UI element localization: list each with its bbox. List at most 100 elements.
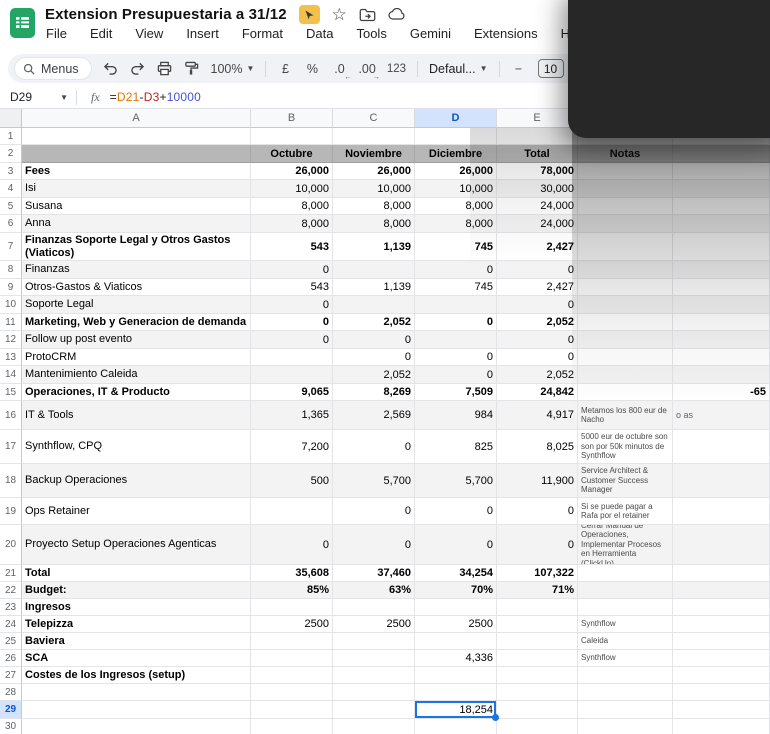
row-header-7[interactable]: 7	[0, 233, 22, 261]
cell-C4[interactable]: 10,000	[333, 180, 415, 198]
cell-F7[interactable]	[578, 233, 673, 261]
cell-C11[interactable]: 2,052	[333, 314, 415, 331]
cell-A14[interactable]: Mantenimiento Caleida	[22, 366, 251, 384]
row-header-27[interactable]: 27	[0, 667, 22, 684]
cell-D8[interactable]: 0	[415, 261, 497, 279]
fill-handle[interactable]	[492, 714, 499, 721]
row-header-25[interactable]: 25	[0, 633, 22, 650]
cell-C18[interactable]: 5,700	[333, 464, 415, 498]
row-header-10[interactable]: 10	[0, 296, 22, 314]
decrease-font-size-button[interactable]: −	[511, 58, 527, 80]
select-all-corner[interactable]	[0, 109, 22, 128]
cell-F12[interactable]	[578, 331, 673, 349]
star-icon[interactable]: ☆	[332, 6, 347, 23]
cell-D15[interactable]: 7,509	[415, 384, 497, 401]
cell-D25[interactable]	[415, 633, 497, 650]
cell-C26[interactable]	[333, 650, 415, 667]
cell-A18[interactable]: Backup Operaciones	[22, 464, 251, 498]
undo-button[interactable]	[103, 58, 119, 80]
cell-A2[interactable]	[22, 145, 251, 163]
cell-B7[interactable]: 543	[251, 233, 333, 261]
cell-E7[interactable]: 2,427	[497, 233, 578, 261]
cell-D12[interactable]	[415, 331, 497, 349]
row-header-16[interactable]: 16	[0, 401, 22, 430]
cell-E19[interactable]: 0	[497, 498, 578, 525]
cell-B30[interactable]	[251, 719, 333, 734]
cell-A26[interactable]: SCA	[22, 650, 251, 667]
cell-A17[interactable]: Synthflow, CPQ	[22, 430, 251, 464]
cell-C1[interactable]	[333, 128, 415, 145]
cell-C21[interactable]: 37,460	[333, 565, 415, 582]
cell-A1[interactable]	[22, 128, 251, 145]
zoom-select[interactable]: 100%▼	[211, 58, 255, 80]
cell-G28[interactable]	[673, 684, 770, 701]
cell-F24[interactable]: Synthflow	[578, 616, 673, 633]
cell-A3[interactable]: Fees	[22, 163, 251, 180]
print-icon[interactable]	[157, 58, 173, 80]
highlighted-pointer-icon[interactable]	[299, 5, 320, 24]
row-header-30[interactable]: 30	[0, 719, 22, 734]
cell-F29[interactable]	[578, 701, 673, 719]
cell-F8[interactable]	[578, 261, 673, 279]
row-header-5[interactable]: 5	[0, 198, 22, 215]
cell-F26[interactable]: Synthflow	[578, 650, 673, 667]
row-header-23[interactable]: 23	[0, 599, 22, 616]
cell-E2[interactable]: Total	[497, 145, 578, 163]
row-header-9[interactable]: 9	[0, 279, 22, 296]
cell-D28[interactable]	[415, 684, 497, 701]
cell-C20[interactable]: 0	[333, 525, 415, 565]
cell-D10[interactable]	[415, 296, 497, 314]
cell-E13[interactable]: 0	[497, 349, 578, 366]
cell-C17[interactable]: 0	[333, 430, 415, 464]
cell-A22[interactable]: Budget:	[22, 582, 251, 599]
cell-E8[interactable]: 0	[497, 261, 578, 279]
cell-G10[interactable]	[673, 296, 770, 314]
cell-A16[interactable]: IT & Tools	[22, 401, 251, 430]
cell-C30[interactable]	[333, 719, 415, 734]
cell-D22[interactable]: 70%	[415, 582, 497, 599]
menu-view[interactable]: View	[133, 25, 165, 42]
cell-D6[interactable]: 8,000	[415, 215, 497, 233]
cell-A25[interactable]: Baviera	[22, 633, 251, 650]
column-header-D[interactable]: D	[415, 109, 497, 128]
cell-F25[interactable]: Caleida	[578, 633, 673, 650]
menu-gemini[interactable]: Gemini	[408, 25, 453, 42]
cell-G8[interactable]	[673, 261, 770, 279]
cell-G25[interactable]	[673, 633, 770, 650]
cell-A21[interactable]: Total	[22, 565, 251, 582]
cell-E10[interactable]: 0	[497, 296, 578, 314]
cell-G26[interactable]	[673, 650, 770, 667]
formula-input[interactable]: =D21-D3+10000	[110, 90, 201, 104]
cell-G2[interactable]	[673, 145, 770, 163]
cell-A10[interactable]: Soporte Legal	[22, 296, 251, 314]
cell-F15[interactable]	[578, 384, 673, 401]
cell-E18[interactable]: 11,900	[497, 464, 578, 498]
cloud-status-icon[interactable]	[388, 8, 406, 21]
cell-B25[interactable]	[251, 633, 333, 650]
cell-E21[interactable]: 107,322	[497, 565, 578, 582]
currency-format-button[interactable]: £	[277, 58, 293, 80]
cell-A8[interactable]: Finanzas	[22, 261, 251, 279]
cell-E6[interactable]: 24,000	[497, 215, 578, 233]
cell-G6[interactable]	[673, 215, 770, 233]
cell-D13[interactable]: 0	[415, 349, 497, 366]
sheets-logo-icon[interactable]	[9, 7, 36, 39]
cell-C15[interactable]: 8,269	[333, 384, 415, 401]
cell-F18[interactable]: Service Architect & Customer Success Man…	[578, 464, 673, 498]
cell-A9[interactable]: Otros-Gastos & Viaticos	[22, 279, 251, 296]
move-folder-icon[interactable]	[359, 8, 376, 22]
cell-B18[interactable]: 500	[251, 464, 333, 498]
cell-D4[interactable]: 10,000	[415, 180, 497, 198]
row-header-22[interactable]: 22	[0, 582, 22, 599]
cell-E26[interactable]	[497, 650, 578, 667]
row-header-28[interactable]: 28	[0, 684, 22, 701]
cell-D16[interactable]: 984	[415, 401, 497, 430]
cell-C6[interactable]: 8,000	[333, 215, 415, 233]
cell-F2[interactable]: Notas	[578, 145, 673, 163]
cell-A13[interactable]: ProtoCRM	[22, 349, 251, 366]
cell-A30[interactable]	[22, 719, 251, 734]
cell-F16[interactable]: Metamos los 800 eur de Nacho	[578, 401, 673, 430]
cell-D3[interactable]: 26,000	[415, 163, 497, 180]
cell-B13[interactable]	[251, 349, 333, 366]
cell-G17[interactable]	[673, 430, 770, 464]
